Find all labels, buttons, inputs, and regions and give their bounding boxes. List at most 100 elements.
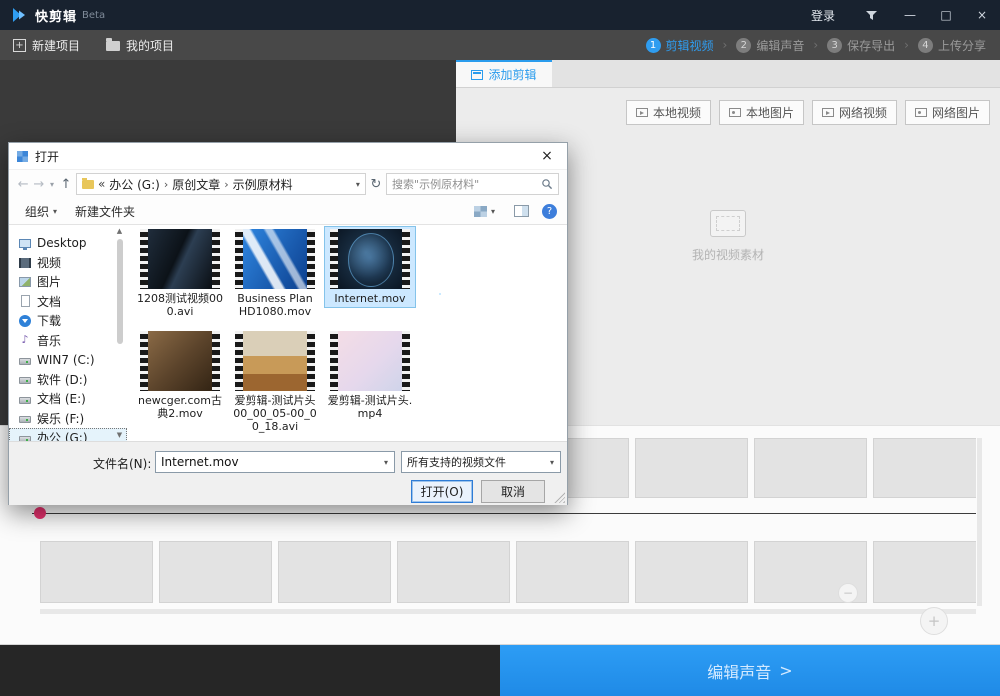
clip-placeholder[interactable]: [754, 438, 867, 498]
empty-state-label: 我的视频素材: [692, 246, 764, 263]
chevron-down-icon[interactable]: ▾: [378, 458, 394, 467]
video-icon: [822, 108, 834, 117]
file-item[interactable]: 爱剪辑-测试片头.mp4: [325, 329, 415, 422]
file-item[interactable]: 爱剪辑-测试片头00_00_05-00_00_18.avi: [230, 329, 320, 435]
sidebar-item-downloads[interactable]: 下载: [9, 311, 127, 331]
sidebar-item-drive-c[interactable]: WIN7 (C:): [9, 350, 127, 370]
sidebar-item-documents[interactable]: 文档: [9, 292, 127, 312]
file-thumbnail: [140, 331, 220, 391]
sidebar-item-music[interactable]: ♪音乐: [9, 331, 127, 351]
breadcrumb-item[interactable]: 办公 (G:): [109, 176, 160, 193]
file-item-selected[interactable]: Internet.mov: [325, 227, 415, 307]
clip-placeholder[interactable]: [516, 541, 629, 603]
scrollbar-thumb[interactable]: [117, 239, 123, 344]
sidebar-item-desktop[interactable]: Desktop: [9, 233, 127, 253]
film-sprocket-strip: [140, 331, 148, 391]
step-edit-sound[interactable]: 2 编辑声音: [736, 37, 804, 54]
film-sprocket-strip: [140, 229, 148, 289]
search-box[interactable]: [386, 173, 559, 195]
breadcrumb-item[interactable]: 原创文章: [172, 176, 220, 193]
file-name: 爱剪辑-测试片头00_00_05-00_00_18.avi: [232, 394, 318, 433]
preview-pane-button[interactable]: [514, 205, 529, 217]
maximize-button[interactable]: □: [928, 0, 964, 30]
beta-badge: Beta: [82, 10, 105, 21]
timeline-vertical-scrollbar[interactable]: [977, 438, 982, 606]
file-item[interactable]: 1208测试视频000.avi: [135, 227, 225, 320]
sidebar-item-videos[interactable]: 视频: [9, 253, 127, 273]
dialog-close-button[interactable]: ×: [527, 143, 567, 169]
step-save-export[interactable]: 3 保存导出: [827, 37, 895, 54]
clip-placeholder[interactable]: [397, 541, 510, 603]
nav-history-button[interactable]: ▾: [48, 180, 56, 189]
clip-placeholder[interactable]: [40, 541, 153, 603]
search-icon[interactable]: [541, 178, 553, 190]
web-image-button[interactable]: 网络图片: [905, 100, 990, 125]
cancel-button[interactable]: 取消: [481, 480, 545, 503]
minimize-button[interactable]: —: [892, 0, 928, 30]
filename-input[interactable]: [156, 455, 378, 469]
address-bar[interactable]: « 办公 (G:) › 原创文章 › 示例原材料 ▾: [76, 173, 366, 195]
sidebar-item-drive-d[interactable]: 软件 (D:): [9, 370, 127, 390]
sidebar-scrollbar[interactable]: ▲ ▼: [113, 225, 126, 441]
file-item[interactable]: newcger.com古典2.mov: [135, 329, 225, 422]
timeline-track-2[interactable]: [40, 541, 976, 603]
search-input[interactable]: [392, 178, 537, 191]
address-dropdown-button[interactable]: ▾: [356, 180, 360, 189]
new-project-button[interactable]: + 新建项目: [0, 30, 93, 60]
clip-placeholder[interactable]: [873, 438, 976, 498]
open-button[interactable]: 打开(O): [411, 480, 473, 503]
file-thumbnail: [235, 331, 315, 391]
close-button[interactable]: ×: [964, 0, 1000, 30]
local-image-button[interactable]: 本地图片: [719, 100, 804, 125]
step-upload-share[interactable]: 4 上传分享: [918, 37, 986, 54]
resize-grip[interactable]: [554, 492, 565, 503]
source-buttons: 本地视频 本地图片 网络视频 网络图片: [456, 88, 1000, 125]
tab-add-clip[interactable]: 添加剪辑: [456, 60, 552, 87]
clip-placeholder[interactable]: [159, 541, 272, 603]
sidebar-item-drive-e[interactable]: 文档 (E:): [9, 389, 127, 409]
sidebar-item-drive-f[interactable]: 娱乐 (F:): [9, 409, 127, 429]
file-name: newcger.com古典2.mov: [137, 394, 223, 420]
command-bar: 组织 ▾ 新建文件夹 ▾ ?: [9, 198, 567, 225]
drive-icon: [19, 397, 31, 404]
zoom-out-button[interactable]: −: [838, 583, 858, 603]
breadcrumb-overflow[interactable]: «: [98, 177, 105, 191]
folder-icon: [82, 180, 94, 189]
film-sprocket-strip: [402, 331, 410, 391]
preview-pane: [431, 293, 565, 365]
edit-sound-button[interactable]: 编辑声音 >: [500, 645, 1000, 696]
filetype-select[interactable]: 所有支持的视频文件 ▾: [401, 451, 561, 473]
new-folder-button[interactable]: 新建文件夹: [69, 201, 141, 222]
web-video-button[interactable]: 网络视频: [812, 100, 897, 125]
breadcrumb-item[interactable]: 示例原材料: [233, 176, 293, 193]
documents-icon: [21, 295, 30, 307]
scroll-up-button[interactable]: ▲: [113, 227, 126, 235]
organize-button[interactable]: 组织 ▾: [19, 201, 63, 222]
refresh-button[interactable]: ↻: [369, 177, 383, 192]
chevron-down-icon[interactable]: ▾: [544, 458, 560, 467]
nav-back-button[interactable]: ←: [17, 177, 30, 192]
time-ruler[interactable]: [32, 513, 976, 514]
clip-placeholder[interactable]: [635, 438, 748, 498]
my-projects-button[interactable]: 我的项目: [93, 30, 187, 60]
filename-combo[interactable]: ▾: [155, 451, 395, 473]
scroll-down-button[interactable]: ▼: [113, 431, 126, 439]
clip-placeholder[interactable]: [873, 541, 976, 603]
local-video-button[interactable]: 本地视频: [626, 100, 711, 125]
login-link[interactable]: 登录: [795, 7, 851, 24]
sidebar-item-pictures[interactable]: 图片: [9, 272, 127, 292]
dialog-titlebar[interactable]: 打开 ×: [9, 143, 567, 169]
clip-placeholder[interactable]: [635, 541, 748, 603]
nav-forward-button[interactable]: →: [33, 177, 46, 192]
menu-icon[interactable]: [851, 0, 892, 30]
view-mode-button[interactable]: ▾: [468, 204, 501, 219]
clip-placeholder[interactable]: [278, 541, 391, 603]
project-toolbar: + 新建项目 我的项目 1 剪辑视频 › 2 编辑声音 › 3 保存导出 ›: [0, 30, 1000, 60]
timeline-horizontal-scrollbar[interactable]: [40, 609, 976, 614]
nav-up-button[interactable]: ↑: [59, 177, 73, 192]
zoom-in-button[interactable]: +: [920, 607, 948, 635]
playhead-handle[interactable]: [34, 507, 46, 519]
file-item[interactable]: Business Plan HD1080.mov: [230, 227, 320, 320]
help-button[interactable]: ?: [542, 204, 557, 219]
step-cut-video[interactable]: 1 剪辑视频: [646, 37, 714, 54]
